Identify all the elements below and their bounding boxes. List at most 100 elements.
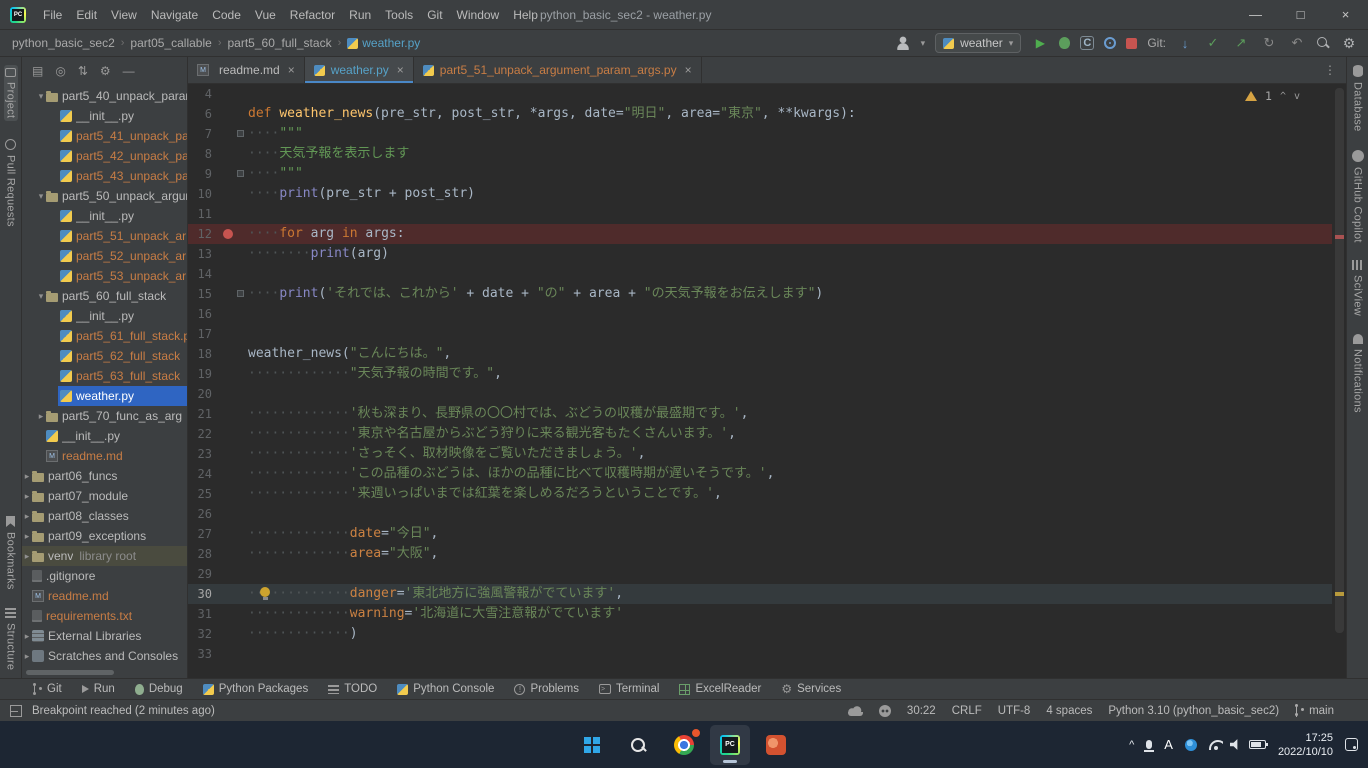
breadcrumb-item-python-basic-sec2[interactable]: python_basic_sec2 [10, 36, 117, 50]
code-area[interactable]: 46def weather_news(pre_str, post_str, *a… [188, 84, 1332, 678]
tray-expand-icon[interactable]: ^ [1129, 739, 1134, 751]
tree-item--init-py[interactable]: __init__.py [22, 306, 187, 326]
code-line-22[interactable]: 22·············'東京や名古屋からぶどう狩りに来る観光客もたくさん… [188, 424, 1332, 444]
git-history-button[interactable]: ↻ [1260, 34, 1278, 52]
menu-window[interactable]: Window [450, 5, 507, 25]
tree-item-part5-40-unpack-param[interactable]: ▾part5_40_unpack_param [22, 86, 187, 106]
code-line-9[interactable]: 9····""" [188, 164, 1332, 184]
code-line-21[interactable]: 21·············'秋も深まり、長野県の〇〇村では、ぶどうの収穫が最… [188, 404, 1332, 424]
caret-position[interactable]: 30:22 [907, 705, 936, 717]
tree-item-part5-41-unpack-pa[interactable]: part5_41_unpack_pa [22, 126, 187, 146]
file-encoding[interactable]: UTF-8 [998, 705, 1031, 717]
tool-stripe-structure[interactable]: Structure [5, 608, 17, 670]
tree-item-part5-42-unpack-pa[interactable]: part5_42_unpack_pa [22, 146, 187, 166]
close-tab-icon[interactable]: × [397, 63, 404, 77]
cloud-sync-icon[interactable] [848, 706, 863, 716]
copilot-status-icon[interactable] [879, 705, 891, 717]
tree-item-part07-module[interactable]: ▸part07_module [22, 486, 187, 506]
toolwindow-python-console[interactable]: Python Console [388, 679, 503, 699]
intention-bulb-icon[interactable] [260, 587, 270, 601]
editor[interactable]: 46def weather_news(pre_str, post_str, *a… [188, 84, 1346, 678]
tree-item-part5-53-unpack-ar[interactable]: part5_53_unpack_ar [22, 266, 187, 286]
editor-scrollbar[interactable] [1332, 84, 1346, 678]
user-avatar-icon[interactable] [895, 34, 911, 52]
tree-item-part06-funcs[interactable]: ▸part06_funcs [22, 466, 187, 486]
tool-stripe-bookmarks[interactable]: Bookmarks [5, 516, 17, 590]
menu-refactor[interactable]: Refactor [283, 5, 342, 25]
close-button[interactable]: × [1323, 0, 1368, 29]
project-hscrollbar[interactable] [26, 670, 114, 675]
taskbar-chrome-button[interactable] [664, 725, 704, 765]
menu-code[interactable]: Code [205, 5, 248, 25]
git-rollback-button[interactable]: ↶ [1288, 34, 1306, 52]
chevron-closed-icon[interactable]: ▸ [22, 631, 32, 642]
toolwindow-excelreader[interactable]: ExcelReader [670, 679, 770, 699]
tree-item-part5-51-unpack-ar[interactable]: part5_51_unpack_ar [22, 226, 187, 246]
code-line-26[interactable]: 26 [188, 504, 1332, 524]
tree-item-part5-70-func-as-arg[interactable]: ▸part5_70_func_as_arg [22, 406, 187, 426]
search-button[interactable] [1316, 36, 1330, 50]
breadcrumb-item-part5-60-full-stack[interactable]: part5_60_full_stack [226, 36, 334, 50]
code-line-7[interactable]: 7····""" [188, 124, 1332, 144]
prev-warning-icon[interactable]: ^ [1280, 91, 1286, 102]
tree-item-part5-61-full-stack-p[interactable]: part5_61_full_stack.p [22, 326, 187, 346]
tree-item-requirements-txt[interactable]: requirements.txt [22, 606, 187, 626]
chevron-open-icon[interactable]: ▾ [36, 191, 46, 202]
code-line-12[interactable]: 12····for arg in args: [188, 224, 1332, 244]
tree-item--init-py[interactable]: __init__.py [22, 206, 187, 226]
close-tab-icon[interactable]: × [288, 63, 295, 77]
toolwindow-python-packages[interactable]: Python Packages [194, 679, 318, 699]
code-line-23[interactable]: 23·············'さっそく、取材映像をご覧いただきましょう。', [188, 444, 1332, 464]
code-line-31[interactable]: 31·············warning='北海道に大雪注意報がでています' [188, 604, 1332, 624]
chevron-closed-icon[interactable]: ▸ [22, 511, 32, 522]
tab-readme-md[interactable]: readme.md× [188, 57, 305, 83]
collapse-all-icon[interactable]: ⇅ [78, 64, 88, 78]
code-line-30[interactable]: 30·············danger='東北地方に強風警報がでています', [188, 584, 1332, 604]
tool-window-quick-access-icon[interactable] [10, 705, 22, 717]
menu-vue[interactable]: Vue [248, 5, 283, 25]
toolwindow-services[interactable]: ⚙Services [772, 679, 850, 699]
tree-item-readme-md[interactable]: readme.md [22, 446, 187, 466]
git-update-button[interactable]: ↓ [1176, 34, 1194, 52]
network-volume-battery-group[interactable] [1209, 739, 1266, 751]
code-line-17[interactable]: 17 [188, 324, 1332, 344]
menu-run[interactable]: Run [342, 5, 378, 25]
chevron-closed-icon[interactable]: ▸ [22, 491, 32, 502]
python-interpreter[interactable]: Python 3.10 (python_basic_sec2) [1108, 705, 1279, 717]
code-line-10[interactable]: 10····print(pre_str + post_str) [188, 184, 1332, 204]
code-line-19[interactable]: 19·············"天気予報の時間です。", [188, 364, 1332, 384]
toolwindow-terminal[interactable]: Terminal [590, 679, 668, 699]
git-commit-button[interactable]: ✓ [1204, 34, 1222, 52]
breadcrumb-item-weather-py[interactable]: weather.py [345, 36, 422, 50]
tree-item-part5-52-unpack-ar[interactable]: part5_52_unpack_ar [22, 246, 187, 266]
fold-icon[interactable] [237, 290, 244, 297]
code-line-28[interactable]: 28·············area="大阪", [188, 544, 1332, 564]
taskbar-pycharm-button[interactable] [710, 725, 750, 765]
ime-mode-indicator[interactable]: A [1164, 737, 1173, 752]
code-line-25[interactable]: 25·············'来週いっぱいまでは紅葉を楽しめるだろうということ… [188, 484, 1332, 504]
tree-item--init-py[interactable]: __init__.py [22, 426, 187, 446]
tool-stripe-project[interactable]: Project [4, 65, 18, 121]
code-line-4[interactable]: 4 [188, 84, 1332, 104]
maximize-button[interactable]: □ [1278, 0, 1323, 29]
tree-item-part09-exceptions[interactable]: ▸part09_exceptions [22, 526, 187, 546]
tree-item-scratches-and-consoles[interactable]: ▸Scratches and Consoles [22, 646, 187, 666]
view-options-icon[interactable]: ▤ [32, 64, 43, 78]
tree-item-part5-50-unpack-argun[interactable]: ▾part5_50_unpack_argun [22, 186, 187, 206]
indent-style[interactable]: 4 spaces [1046, 705, 1092, 717]
select-opened-file-icon[interactable]: ◎ [55, 64, 65, 78]
tool-stripe-sciview[interactable]: SciView [1352, 260, 1364, 316]
user-dropdown-icon[interactable]: ▾ [921, 38, 926, 49]
tree-item-part5-43-unpack-pa[interactable]: part5_43_unpack_pa [22, 166, 187, 186]
toolwindow-debug[interactable]: Debug [126, 679, 192, 699]
hide-icon[interactable]: — [123, 64, 135, 78]
code-line-29[interactable]: 29 [188, 564, 1332, 584]
run-button[interactable]: ▶ [1031, 34, 1049, 52]
stop-button[interactable] [1126, 38, 1137, 49]
tool-stripe-notifications[interactable]: Notifications [1352, 334, 1364, 413]
menu-edit[interactable]: Edit [69, 5, 104, 25]
fold-icon[interactable] [237, 170, 244, 177]
taskbar-orange-app-button[interactable] [756, 725, 796, 765]
code-line-27[interactable]: 27·············date="今日", [188, 524, 1332, 544]
tree-item--init-py[interactable]: __init__.py [22, 106, 187, 126]
